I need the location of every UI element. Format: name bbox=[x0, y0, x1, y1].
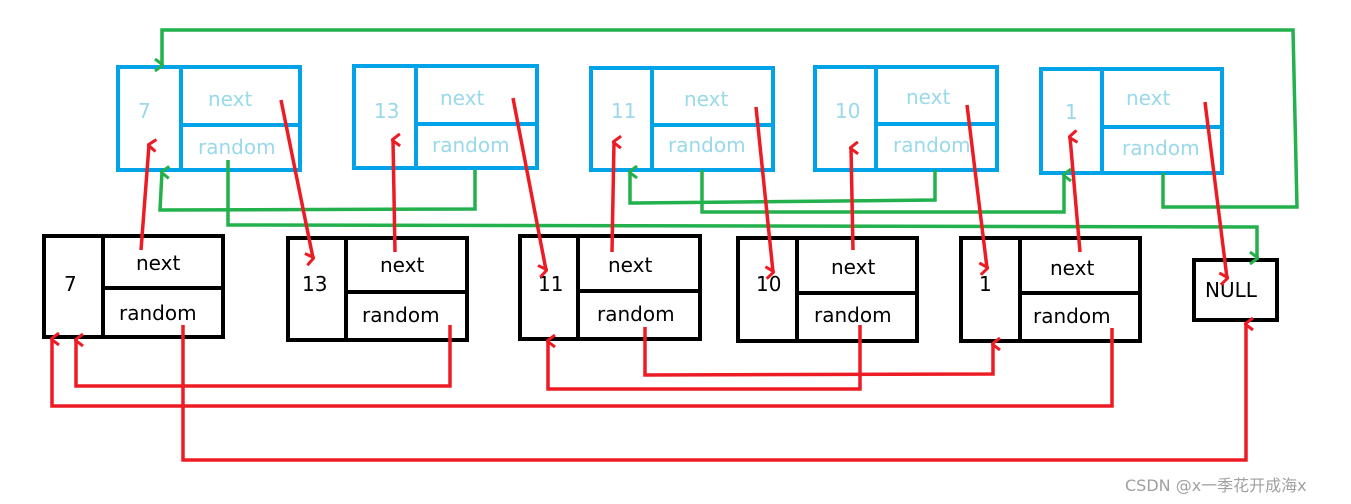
random-link-13-to-7 bbox=[76, 325, 452, 388]
copy-random-link-13-to-7 bbox=[158, 170, 477, 212]
random-field: random bbox=[893, 133, 971, 157]
random-field: random bbox=[1122, 136, 1200, 160]
original-node-7: 7 next random bbox=[42, 234, 225, 339]
node-value: 7 bbox=[138, 99, 151, 123]
next-field: next bbox=[906, 85, 950, 109]
original-node-1: 1 next random bbox=[959, 236, 1142, 343]
linked-list-diagram: 7 next random 13 next random 11 next ran… bbox=[42, 28, 1307, 495]
random-field: random bbox=[119, 301, 197, 325]
original-node-11: 11 next random bbox=[518, 234, 702, 341]
link-original-13-to-copy-13 bbox=[393, 140, 395, 253]
next-field: next bbox=[608, 253, 652, 277]
link-copy-10-to-original-1 bbox=[965, 104, 987, 268]
copy-node-13: 13 next random bbox=[352, 64, 539, 170]
node-value: 11 bbox=[611, 99, 636, 123]
link-original-1-to-copy-1 bbox=[1070, 137, 1082, 253]
copy-node-7: 7 next random bbox=[116, 65, 302, 172]
link-copy-11-to-original-10 bbox=[754, 106, 773, 272]
null-node: NULL bbox=[1192, 258, 1279, 322]
link-original-10-to-copy-10 bbox=[851, 148, 853, 251]
next-field: next bbox=[440, 86, 484, 110]
node-value: 1 bbox=[979, 272, 992, 296]
link-original-11-to-copy-11 bbox=[610, 142, 614, 253]
copy-node-1: 1 next random bbox=[1039, 67, 1224, 175]
random-link-7-to-null bbox=[181, 324, 1246, 462]
original-node-13: 13 next random bbox=[286, 236, 469, 342]
next-field: next bbox=[380, 253, 424, 277]
random-field: random bbox=[198, 135, 276, 159]
random-field: random bbox=[362, 303, 440, 327]
null-label: NULL bbox=[1205, 278, 1258, 302]
node-value: 13 bbox=[302, 272, 327, 296]
random-link-11-to-1 bbox=[643, 327, 993, 377]
original-node-10: 10 next random bbox=[736, 236, 919, 343]
next-field: next bbox=[1126, 86, 1170, 110]
copy-random-link-1-to-7 bbox=[162, 28, 1299, 209]
next-field: next bbox=[1050, 256, 1094, 280]
copy-node-11: 11 next random bbox=[589, 66, 775, 172]
random-field: random bbox=[432, 133, 510, 157]
node-value: 7 bbox=[64, 272, 77, 296]
copy-random-link-10-to-11 bbox=[630, 170, 937, 205]
copy-random-link-11-to-1 bbox=[700, 170, 1064, 214]
random-field: random bbox=[597, 302, 675, 326]
node-value: 1 bbox=[1065, 100, 1078, 124]
node-value: 13 bbox=[374, 99, 399, 123]
watermark: CSDN @x一季花开成海x bbox=[1125, 476, 1307, 495]
node-value: 10 bbox=[835, 99, 860, 123]
random-field: random bbox=[668, 133, 746, 157]
node-value: 10 bbox=[756, 272, 781, 296]
next-field: next bbox=[684, 87, 728, 111]
random-field: random bbox=[1033, 304, 1111, 328]
random-field: random bbox=[814, 303, 892, 327]
node-value: 11 bbox=[538, 272, 563, 296]
random-link-10-to-11 bbox=[548, 325, 862, 391]
next-field: next bbox=[831, 255, 875, 279]
next-field: next bbox=[136, 251, 180, 275]
next-field: next bbox=[208, 87, 252, 111]
